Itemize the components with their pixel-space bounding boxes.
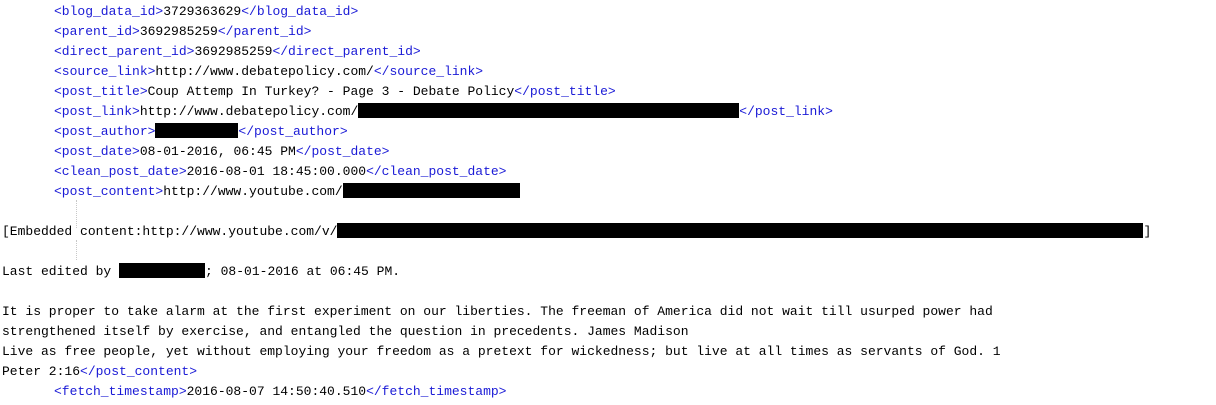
source-link-value: http://www.debatepolicy.com/ <box>155 64 374 79</box>
post-content-value: http://www.youtube.com/ <box>163 184 343 199</box>
xml-open-tag: <post_title> <box>54 84 148 99</box>
source-link-line: <source_link>http://www.debatepolicy.com… <box>54 62 483 82</box>
last-edited-suffix: ; 08-01-2016 at 06:45 PM. <box>205 264 401 279</box>
fetch-timestamp-line: <fetch_timestamp>2016-08-07 14:50:40.510… <box>54 382 507 402</box>
post-author-line: <post_author> </post_author> <box>54 122 348 142</box>
xml-close-tag: </post_content> <box>80 364 198 379</box>
xml-open-tag: <blog_data_id> <box>54 4 164 19</box>
xml-close-tag: </post_date> <box>295 144 390 159</box>
content-text-line: Live as free people, yet without employi… <box>2 342 1001 362</box>
direct-parent-id-line: <direct_parent_id>3692985259</direct_par… <box>54 42 421 62</box>
parent-id-line: <parent_id>3692985259</parent_id> <box>54 22 311 42</box>
indent-guide <box>76 240 77 260</box>
content-text: It is proper to take alarm at the first … <box>2 304 993 319</box>
post-date-value: 08-01-2016, 06:45 PM <box>139 144 296 159</box>
post-title-value: Coup Attemp In Turkey? - Page 3 - Debate… <box>147 84 515 99</box>
clean-post-date-line: <clean_post_date>2016-08-01 18:45:00.000… <box>54 162 507 182</box>
xml-open-tag: <fetch_timestamp> <box>54 384 187 399</box>
xml-open-tag: <post_link> <box>54 104 140 119</box>
xml-open-tag: <parent_id> <box>54 24 140 39</box>
xml-open-tag: <clean_post_date> <box>54 164 187 179</box>
xml-close-tag: </direct_parent_id> <box>272 44 421 59</box>
xml-open-tag: <direct_parent_id> <box>54 44 195 59</box>
embedded-content-line: [Embedded content:http://www.youtube.com… <box>2 222 1151 242</box>
blog-data-id-value: 3729363629 <box>163 4 242 19</box>
xml-close-tag: </source_link> <box>373 64 484 79</box>
embedded-content-suffix: ] <box>1143 224 1152 239</box>
content-text: Peter 2:16 <box>2 364 81 379</box>
post-content-line: <post_content>http://www.youtube.com/ <box>54 182 520 202</box>
redaction-bar <box>337 223 1144 238</box>
blog-data-id-line: <blog_data_id>3729363629</blog_data_id> <box>54 2 358 22</box>
post-link-value: http://www.debatepolicy.com/ <box>139 104 359 119</box>
post-title-line: <post_title>Coup Attemp In Turkey? - Pag… <box>54 82 616 102</box>
embedded-content-prefix: [Embedded content:http://www.youtube.com… <box>2 224 338 239</box>
direct-parent-id-value: 3692985259 <box>194 44 273 59</box>
content-text-line: strengthened itself by exercise, and ent… <box>2 322 689 342</box>
redaction-bar <box>119 263 206 278</box>
redaction-bar <box>342 183 520 198</box>
parent-id-value: 3692985259 <box>139 24 218 39</box>
xml-close-tag: </fetch_timestamp> <box>366 384 507 399</box>
clean-post-date-value: 2016-08-01 18:45:00.000 <box>186 164 367 179</box>
content-text: strengthened itself by exercise, and ent… <box>2 324 689 339</box>
xml-open-tag: <source_link> <box>54 64 156 79</box>
content-text-line: It is proper to take alarm at the first … <box>2 302 993 322</box>
content-text-line: Peter 2:16</post_content> <box>2 362 197 382</box>
content-text: Live as free people, yet without employi… <box>2 344 1001 359</box>
xml-close-tag: </blog_data_id> <box>241 4 359 19</box>
last-edited-prefix: Last edited by <box>2 264 120 279</box>
redaction-bar <box>358 103 740 118</box>
xml-open-tag: <post_content> <box>54 184 164 199</box>
post-date-line: <post_date>08-01-2016, 06:45 PM</post_da… <box>54 142 389 162</box>
last-edited-line: Last edited by ; 08-01-2016 at 06:45 PM. <box>2 262 400 282</box>
xml-close-tag: </clean_post_date> <box>366 164 507 179</box>
post-link-line: <post_link>http://www.debatepolicy.com/ <… <box>54 102 833 122</box>
xml-open-tag: <post_date> <box>54 144 140 159</box>
redaction-bar <box>155 123 239 138</box>
xml-close-tag: </post_author> <box>238 124 348 139</box>
xml-open-tag: <post_author> <box>54 124 156 139</box>
fetch-timestamp-value: 2016-08-07 14:50:40.510 <box>186 384 367 399</box>
xml-close-tag: </post_title> <box>514 84 616 99</box>
xml-close-tag: </post_link> <box>739 104 833 119</box>
xml-close-tag: </parent_id> <box>217 24 312 39</box>
